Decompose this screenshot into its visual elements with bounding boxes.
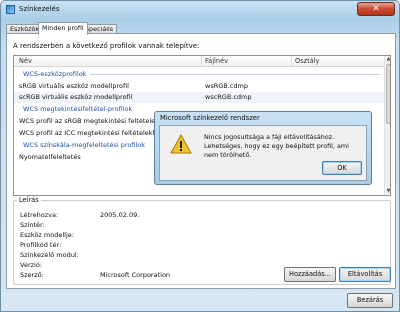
version-label: Verzió: bbox=[20, 261, 42, 269]
device-model-label: Eszköz modellje: bbox=[20, 231, 74, 239]
list-header: Név Fájlnév Osztály bbox=[14, 56, 384, 67]
column-name[interactable]: Név bbox=[19, 57, 32, 65]
installed-profiles-label: A rendszerben a következő profilok vanna… bbox=[13, 42, 200, 50]
author-label: Szerző: bbox=[20, 271, 44, 279]
profile-filename: wsRGB.cdmp bbox=[205, 82, 248, 90]
profile-name: sRGB virtuális eszköz modellprofil bbox=[19, 82, 129, 90]
ok-button[interactable]: OK bbox=[322, 161, 362, 175]
profile-filename: wscRGB.cdmp bbox=[205, 93, 252, 101]
error-dialog: Microsoft színkezelő rendszer Nincs jogo… bbox=[154, 111, 372, 185]
scroll-up-icon[interactable]: ▲ bbox=[385, 56, 390, 63]
created-value: 2005.02.09. bbox=[100, 211, 140, 219]
window-close-button[interactable]: ✕ bbox=[357, 2, 395, 16]
table-row[interactable]: sRGB virtuális eszköz modellprofil wsRGB… bbox=[14, 81, 384, 92]
title-bar: Színkezelés ✕ bbox=[1, 1, 399, 19]
close-button[interactable]: Bezárás bbox=[347, 293, 393, 308]
profile-name: Nyomatelfeleltetés bbox=[19, 153, 81, 161]
group-name: WCS megtekintésifeltétel-profilok bbox=[23, 105, 133, 113]
profile-name: WCS profil az ICC megtekintési feltétele… bbox=[19, 129, 165, 137]
list-scrollbar[interactable]: ▲ ▼ bbox=[384, 56, 390, 195]
author-value: Microsoft Corporation bbox=[100, 271, 171, 279]
description-title: Leírás bbox=[17, 196, 41, 204]
column-filename[interactable]: Fájlnév bbox=[205, 57, 228, 65]
dialog-body: Nincs jogosultsága a fájl eltávolításáho… bbox=[159, 125, 367, 181]
add-profile-button[interactable]: Hozzáadás... bbox=[284, 267, 336, 282]
dialog-title: Microsoft színkezelő rendszer bbox=[160, 114, 260, 122]
color-engine-label: Színkezelő modul: bbox=[20, 251, 79, 259]
profile-name: WCS profil az sRGB megtekintési feltétel… bbox=[19, 117, 171, 125]
color-space-label: Színtér: bbox=[20, 221, 45, 229]
group-name: WCS színskála-megfeleltetési profilok bbox=[23, 141, 146, 149]
created-label: Létrehozva: bbox=[20, 211, 59, 219]
warning-icon bbox=[170, 134, 192, 154]
table-row[interactable]: scRGB virtuális eszköz modellprofil wscR… bbox=[14, 92, 384, 103]
group-row[interactable]: WCS-eszközprofilok bbox=[14, 69, 384, 80]
profile-name: scRGB virtuális eszköz modellprofil bbox=[19, 93, 133, 101]
color-management-icon bbox=[6, 5, 15, 14]
tab-all-profiles[interactable]: Minden profil bbox=[38, 22, 88, 35]
scroll-thumb[interactable] bbox=[386, 64, 390, 124]
column-class[interactable]: Osztály bbox=[295, 57, 319, 65]
color-management-window: Színkezelés ✕ Eszközök Minden profil Spe… bbox=[0, 0, 400, 312]
group-divider bbox=[90, 74, 380, 75]
remove-profile-button[interactable]: Eltávolítás bbox=[339, 267, 391, 282]
profile-connection-space-label: Profilkód tér: bbox=[20, 241, 62, 249]
group-name: WCS-eszközprofilok bbox=[23, 70, 87, 78]
column-divider[interactable] bbox=[201, 56, 202, 67]
dialog-message: Nincs jogosultsága a fájl eltávolításáho… bbox=[204, 133, 349, 159]
window-title: Színkezelés bbox=[19, 5, 60, 13]
scroll-down-icon[interactable]: ▼ bbox=[385, 188, 390, 195]
bottom-bar: Bezárás bbox=[1, 290, 399, 312]
column-divider[interactable] bbox=[291, 56, 292, 67]
